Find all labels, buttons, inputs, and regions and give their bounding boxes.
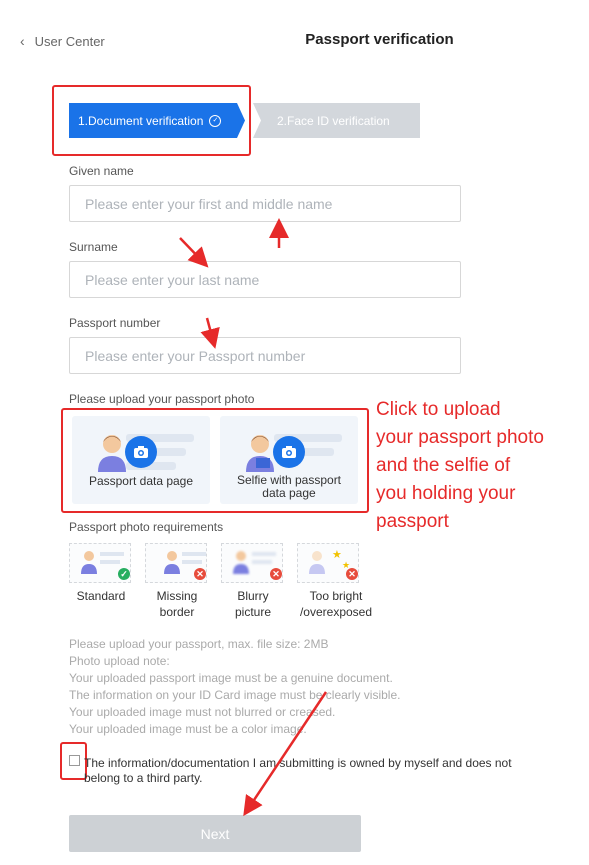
check-icon: ✓ [118,568,130,580]
cross-icon: ✕ [270,568,282,580]
upload-card-caption: Selfie with passport data page [220,474,358,500]
note-line: Please upload your passport, max. file s… [69,637,329,651]
requirement-line-1: Too bright [309,589,363,603]
requirement-line-1: Blurry [237,589,269,603]
requirement-line-1: Standard [76,589,126,603]
upload-selfie-with-passport[interactable]: Selfie with passport data page [220,416,358,504]
camera-icon [273,436,305,468]
agreement-line-2: belong to a third party. [84,771,203,785]
upload-notes: Please upload your passport, max. file s… [69,636,400,738]
note-line: Your uploaded image must be a color imag… [69,722,307,736]
camera-icon [125,436,157,468]
note-line: Your uploaded passport image must be a g… [69,671,393,685]
requirement-caption: Missing border [138,588,216,620]
annotation-line: Click to upload [376,399,501,420]
requirement-thumb-standard: ✓ [69,543,131,583]
upload-card-caption: Passport data page [88,474,194,488]
annotation-line: your passport photo [376,427,544,448]
agreement-line-1: The information/documentation I am submi… [84,756,512,770]
upload-label: Please upload your passport photo [69,392,255,406]
annotation-line: and the selfie of [376,455,511,476]
highlight-box-checkbox [60,742,87,780]
requirements-label: Passport photo requirements [69,520,224,534]
surname-label: Surname [69,240,118,254]
page-title: Passport verification [305,31,454,48]
highlight-box-steps [52,85,251,156]
step-2-label: 2.Face ID verification [277,113,390,128]
passport-number-label: Passport number [69,316,161,330]
given-name-input[interactable] [69,185,461,222]
annotation-line: passport [376,511,449,532]
upload-passport-data-page[interactable]: Passport data page [72,416,210,504]
requirement-line-2: /overexposed [299,605,373,619]
note-line: Your uploaded image must not blurred or … [69,705,336,719]
step-face-id-verification: 2.Face ID verification [253,103,420,138]
requirement-caption: Blurry picture [214,588,292,620]
cross-icon: ✕ [346,568,358,580]
note-line: The information on your ID Card image mu… [69,688,401,702]
requirement-thumb-missing-border: ✕ [145,543,207,583]
cross-icon: ✕ [194,568,206,580]
requirement-line-1: Missing [156,589,198,603]
caption-line-1: Selfie with passport [236,473,342,487]
note-line: Photo upload note: [69,654,170,668]
requirement-caption: Too bright /overexposed [290,588,382,620]
annotation-text: Click to upload your passport photo and … [376,396,586,536]
given-name-label: Given name [69,164,134,178]
next-button[interactable]: Next [69,815,361,852]
requirement-thumb-blurry: ✕ [221,543,283,583]
caption-line-2: data page [262,486,316,500]
surname-input[interactable] [69,261,461,298]
requirement-thumb-too-bright: ★ ★ ✕ [297,543,359,583]
annotation-line: you holding your [376,483,516,504]
svg-text:★: ★ [332,549,342,561]
requirement-line-2: border [159,605,195,619]
requirement-caption: Standard [62,588,140,604]
agreement-text: The information/documentation I am submi… [84,756,574,786]
requirement-line-2: picture [234,605,272,619]
passport-number-input[interactable] [69,337,461,374]
